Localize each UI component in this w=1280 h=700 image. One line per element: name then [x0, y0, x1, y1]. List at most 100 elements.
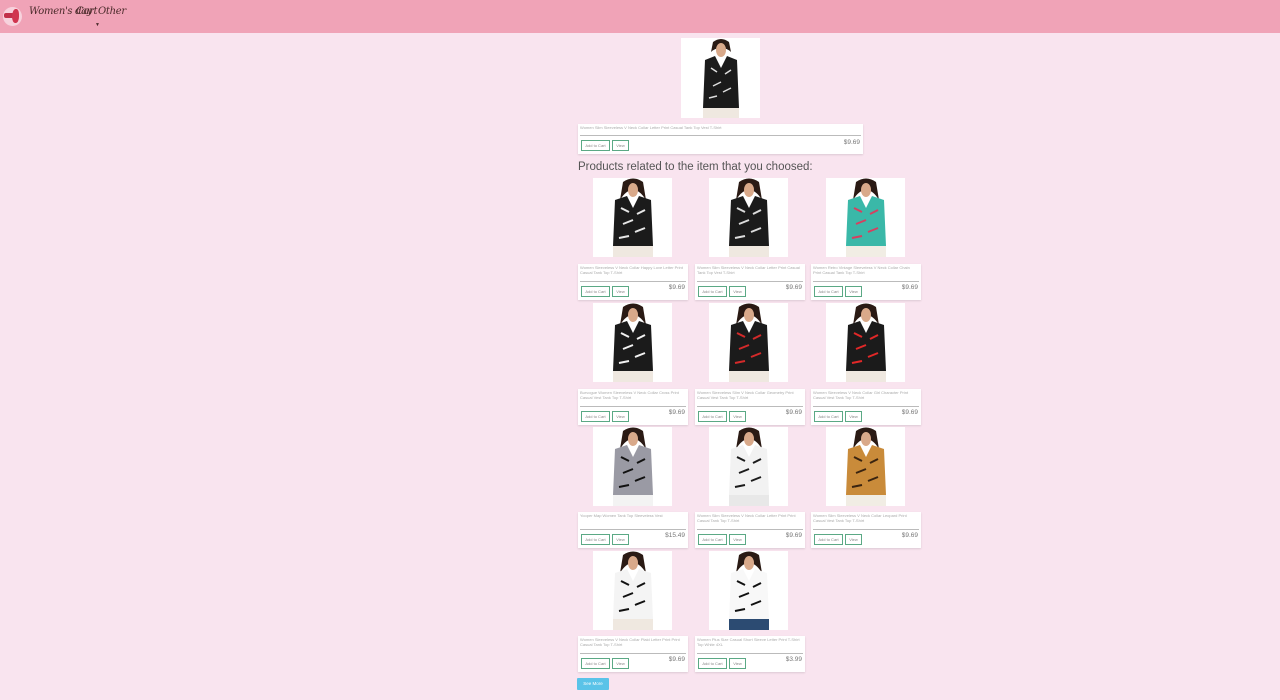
divider — [697, 406, 803, 407]
product-price: $9.69 — [785, 284, 802, 291]
product-title: Women Slim Sleeveless V Neck Collar Leop… — [813, 513, 907, 523]
product-title: Women Sleeveless V Neck Collar Happy Lov… — [580, 265, 683, 275]
product-photo — [709, 178, 788, 257]
add-to-cart-button[interactable]: Add to Cart — [698, 286, 727, 297]
product-photo — [709, 551, 788, 630]
product-card: Yooper Map Women Tank Top Sleeveless Ves… — [578, 512, 688, 548]
product-photo — [593, 551, 672, 630]
product-card: Burvogue Women Sleeveless V Neck Collar … — [578, 389, 688, 425]
product-photo — [593, 427, 672, 506]
product-price: $9.69 — [785, 409, 802, 416]
product-image[interactable] — [709, 551, 788, 630]
add-to-cart-button[interactable]: Add to Cart — [581, 658, 610, 669]
divider — [813, 406, 919, 407]
product-photo — [826, 427, 905, 506]
divider — [580, 406, 686, 407]
view-button[interactable]: View — [845, 411, 862, 422]
product-photo — [709, 303, 788, 382]
divider — [697, 281, 803, 282]
nav-link-cart[interactable]: Cart — [76, 6, 98, 17]
product-card: Women Sleeveless V Neck Collar Plaid Let… — [578, 636, 688, 672]
view-button[interactable]: View — [729, 534, 746, 545]
view-button[interactable]: View — [845, 534, 862, 545]
add-to-cart-button[interactable]: Add to Cart — [581, 140, 610, 151]
divider — [580, 653, 686, 654]
product-title: Women Retro Vintage Sleeveless V Neck Co… — [813, 265, 910, 275]
product-photo — [826, 178, 905, 257]
product-image[interactable] — [593, 551, 672, 630]
view-button[interactable]: View — [729, 286, 746, 297]
product-card: Women Retro Vintage Sleeveless V Neck Co… — [811, 264, 921, 300]
view-button[interactable]: View — [729, 658, 746, 669]
product-photo — [826, 303, 905, 382]
add-to-cart-button[interactable]: Add to Cart — [814, 534, 843, 545]
product-price: $15.49 — [665, 532, 685, 539]
product-image[interactable] — [826, 178, 905, 257]
divider — [813, 529, 919, 530]
divider — [813, 281, 919, 282]
product-card: Women Plus Size Casual Short Sleeve Lett… — [695, 636, 805, 672]
see-more-button[interactable]: See More — [577, 678, 609, 690]
hero-product-card: Women Slim Sleeveless V Neck Collar Lett… — [578, 124, 863, 154]
product-title: Women Plus Size Casual Short Sleeve Lett… — [697, 637, 800, 647]
product-photo — [593, 178, 672, 257]
divider — [580, 281, 686, 282]
product-card: Women Slim Sleeveless V Neck Collar Lett… — [695, 264, 805, 300]
divider — [697, 529, 803, 530]
product-card: Women Slim Sleeveless V Neck Collar Lett… — [695, 512, 805, 548]
product-price: $9.69 — [901, 532, 918, 539]
add-to-cart-button[interactable]: Add to Cart — [814, 411, 843, 422]
logo-icon[interactable] — [3, 7, 22, 26]
product-title: Yooper Map Women Tank Top Sleeveless Ves… — [580, 513, 663, 518]
view-button[interactable]: View — [612, 411, 629, 422]
product-image[interactable] — [709, 427, 788, 506]
product-photo — [681, 38, 760, 118]
product-card: Women Sleeveless V Neck Collar Happy Lov… — [578, 264, 688, 300]
product-title: Women Slim Sleeveless V Neck Collar Lett… — [697, 513, 796, 523]
nav-link-other[interactable]: Other — [98, 6, 126, 17]
product-image[interactable] — [593, 427, 672, 506]
view-button[interactable]: View — [612, 658, 629, 669]
product-title: Women Sleeveless Slim V Neck Collar Geom… — [697, 390, 794, 400]
divider — [580, 135, 861, 136]
product-title: Women Slim Sleeveless V Neck Collar Lett… — [697, 265, 800, 275]
product-image[interactable] — [709, 178, 788, 257]
product-image[interactable] — [826, 427, 905, 506]
product-card: Women Sleeveless V Neck Collar Girl Char… — [811, 389, 921, 425]
product-card: Women Slim Sleeveless V Neck Collar Leop… — [811, 512, 921, 548]
product-title: Women Sleeveless V Neck Collar Plaid Let… — [580, 637, 680, 647]
add-to-cart-button[interactable]: Add to Cart — [581, 411, 610, 422]
product-image[interactable] — [826, 303, 905, 382]
divider — [697, 653, 803, 654]
product-price: $9.69 — [668, 284, 685, 291]
hero-product-image[interactable] — [681, 38, 760, 118]
view-button[interactable]: View — [845, 286, 862, 297]
product-image[interactable] — [709, 303, 788, 382]
product-price: $9.69 — [668, 409, 685, 416]
add-to-cart-button[interactable]: Add to Cart — [581, 286, 610, 297]
product-title: Women Sleeveless V Neck Collar Girl Char… — [813, 390, 909, 400]
add-to-cart-button[interactable]: Add to Cart — [698, 411, 727, 422]
related-products-heading: Products related to the item that you ch… — [578, 161, 813, 173]
product-price: $9.69 — [785, 532, 802, 539]
add-to-cart-button[interactable]: Add to Cart — [698, 534, 727, 545]
product-photo — [709, 427, 788, 506]
product-title: Burvogue Women Sleeveless V Neck Collar … — [580, 390, 679, 400]
add-to-cart-button[interactable]: Add to Cart — [581, 534, 610, 545]
view-button[interactable]: View — [612, 140, 629, 151]
add-to-cart-button[interactable]: Add to Cart — [814, 286, 843, 297]
product-photo — [593, 303, 672, 382]
add-to-cart-button[interactable]: Add to Cart — [698, 658, 727, 669]
view-button[interactable]: View — [729, 411, 746, 422]
product-image[interactable] — [593, 303, 672, 382]
view-button[interactable]: View — [612, 286, 629, 297]
product-price: $3.99 — [785, 656, 802, 663]
product-price: $9.69 — [901, 409, 918, 416]
divider — [580, 529, 686, 530]
product-price: $9.69 — [843, 139, 860, 146]
product-title: Women Slim Sleeveless V Neck Collar Lett… — [580, 125, 722, 130]
view-button[interactable]: View — [612, 534, 629, 545]
product-price: $9.69 — [901, 284, 918, 291]
product-image[interactable] — [593, 178, 672, 257]
chevron-down-icon[interactable]: ▼ — [95, 22, 100, 28]
